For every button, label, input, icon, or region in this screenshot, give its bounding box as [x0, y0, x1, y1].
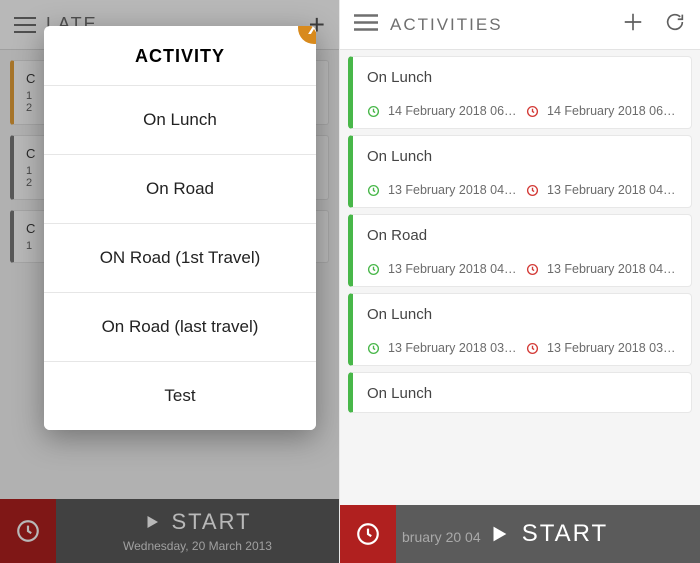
activity-option-on-road[interactable]: On Road: [44, 155, 316, 224]
start-label: START: [522, 520, 608, 548]
clock-start-icon: [367, 105, 380, 118]
clock-end-icon: [526, 263, 539, 276]
clock-start-icon: [367, 342, 380, 355]
activity-option-on-lunch[interactable]: On Lunch: [44, 86, 316, 155]
activity-card-title: On Lunch: [367, 148, 677, 165]
right-header-title: ACTIVITIES: [390, 15, 610, 35]
refresh-button[interactable]: [664, 11, 686, 38]
activity-card-times: 14 February 2018 06… 14 February 2018 06…: [367, 104, 677, 118]
clock-end-icon: [526, 184, 539, 197]
screen-right: ACTIVITIES On Lunch 14 February 2018 06……: [339, 0, 700, 563]
play-icon: [488, 523, 510, 545]
start-button[interactable]: START: [396, 520, 700, 548]
activity-card[interactable]: On Lunch 14 February 2018 06… 14 Februar…: [348, 56, 692, 129]
clock-start-icon: [367, 263, 380, 276]
activity-card-title: On Lunch: [367, 385, 677, 402]
screen-left: LATE + C 1 2 C 1 2 C 1: [0, 0, 339, 563]
modal-title: ACTIVITY: [44, 26, 316, 86]
clock-end-icon: [526, 105, 539, 118]
activities-list[interactable]: On Lunch 14 February 2018 06… 14 Februar…: [340, 50, 700, 505]
activity-card-title: On Road: [367, 227, 677, 244]
activity-card-title: On Lunch: [367, 69, 677, 86]
activity-card-times: 13 February 2018 04… 13 February 2018 04…: [367, 183, 677, 197]
close-icon: X: [308, 26, 316, 39]
activity-card-times: 13 February 2018 04… 13 February 2018 04…: [367, 262, 677, 276]
activity-option-on-road-1st[interactable]: ON Road (1st Travel): [44, 224, 316, 293]
clock-badge[interactable]: [340, 505, 396, 563]
add-button[interactable]: [622, 11, 644, 38]
activity-card[interactable]: On Lunch 13 February 2018 04… 13 Februar…: [348, 135, 692, 208]
activity-option-test[interactable]: Test: [44, 362, 316, 430]
clock-start-icon: [367, 184, 380, 197]
activity-modal: X ACTIVITY On Lunch On Road ON Road (1st…: [44, 26, 316, 430]
activity-card[interactable]: On Road 13 February 2018 04… 13 February…: [348, 214, 692, 287]
activity-card-title: On Lunch: [367, 306, 677, 323]
activity-option-on-road-last[interactable]: On Road (last travel): [44, 293, 316, 362]
clock-end-icon: [526, 342, 539, 355]
activity-card[interactable]: On Lunch: [348, 372, 692, 413]
hamburger-icon[interactable]: [354, 14, 378, 36]
right-header: ACTIVITIES: [340, 0, 700, 50]
activity-card-times: 13 February 2018 03… 13 February 2018 03…: [367, 341, 677, 355]
right-bottom-bar: bruary 20 04 START: [340, 505, 700, 563]
activity-card[interactable]: On Lunch 13 February 2018 03… 13 Februar…: [348, 293, 692, 366]
